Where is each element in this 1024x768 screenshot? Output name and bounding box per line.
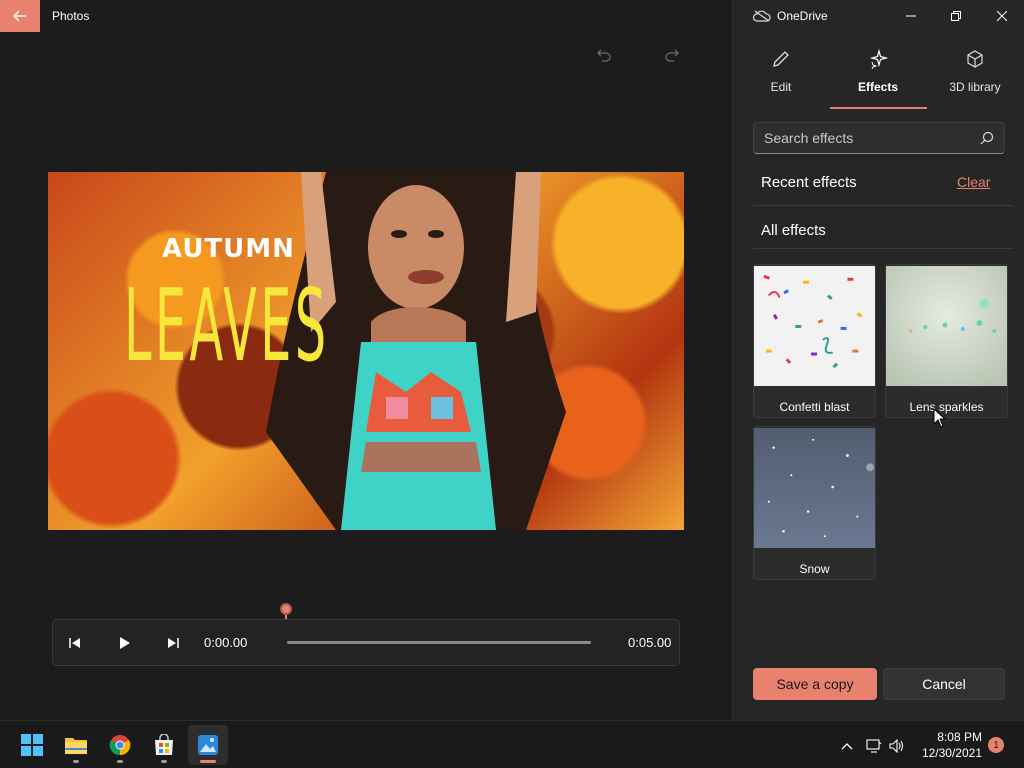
clear-link[interactable]: Clear: [957, 174, 990, 190]
restore-icon: [951, 11, 961, 21]
end-time: 0:05.00: [628, 635, 672, 650]
onedrive-status[interactable]: OneDrive: [753, 9, 828, 23]
title-bar: Photos: [0, 0, 732, 32]
running-indicator: [117, 760, 123, 763]
playback-bar: 0:00.00 0:05.00: [52, 619, 680, 666]
sparkles-icon: [869, 49, 888, 69]
all-effects-heading: All effects: [761, 222, 826, 239]
effect-card-lens-sparkles[interactable]: Lens sparkles: [885, 264, 1008, 418]
onedrive-label: OneDrive: [777, 9, 828, 23]
app-title: Photos: [52, 9, 90, 23]
clock-date: 12/30/2021: [921, 746, 982, 760]
taskbar-photos[interactable]: [188, 725, 228, 765]
effect-label: Snow: [799, 562, 830, 576]
divider: [753, 248, 1013, 249]
back-button[interactable]: [0, 0, 40, 32]
effects-panel: OneDrive Edit Effects 3D library Recent …: [732, 0, 1024, 720]
cube-icon: [967, 50, 983, 68]
step-forward-icon: [168, 638, 179, 648]
pencil-icon: [773, 51, 789, 67]
start-button[interactable]: [12, 725, 52, 765]
effect-label: Lens sparkles: [909, 400, 984, 414]
previous-frame-button[interactable]: [65, 633, 85, 653]
timeline-track[interactable]: [287, 641, 591, 644]
effect-label: Confetti blast: [779, 400, 850, 414]
restore-button[interactable]: [948, 8, 964, 24]
folder-icon: [65, 738, 87, 754]
running-indicator: [161, 760, 167, 763]
cloud-off-icon: [753, 10, 771, 22]
divider: [753, 205, 1013, 206]
tab-3d-library-label: 3D library: [949, 80, 1001, 94]
taskbar-store[interactable]: [144, 725, 184, 765]
cancel-button[interactable]: Cancel: [883, 668, 1005, 700]
minimize-icon: [906, 15, 916, 17]
snow-thumbnail: [754, 427, 875, 549]
volume-button[interactable]: [888, 737, 906, 755]
current-time: 0:00.00: [204, 635, 248, 650]
tab-effects[interactable]: Effects: [830, 46, 926, 110]
save-copy-button[interactable]: Save a copy: [753, 668, 877, 700]
step-back-icon: [69, 638, 80, 648]
recent-effects-heading: Recent effects: [761, 174, 857, 191]
mouse-cursor-icon: [933, 408, 945, 428]
search-icon[interactable]: [980, 131, 994, 145]
speaker-icon: [889, 739, 904, 753]
undo-icon: [597, 49, 611, 62]
effect-card-confetti-blast[interactable]: Confetti blast: [753, 264, 876, 418]
taskbar-file-explorer[interactable]: [56, 725, 96, 765]
chevron-up-icon: [841, 743, 853, 750]
tab-3d-library[interactable]: 3D library: [927, 46, 1023, 110]
running-indicator: [73, 760, 79, 763]
next-frame-button[interactable]: [163, 633, 183, 653]
tab-edit[interactable]: Edit: [733, 46, 829, 110]
chrome-icon: [109, 735, 131, 756]
minimize-button[interactable]: [903, 8, 919, 24]
search-box[interactable]: [753, 122, 1005, 154]
store-icon: [155, 734, 173, 755]
show-hidden-icons-button[interactable]: [838, 737, 856, 755]
tab-effects-label: Effects: [857, 80, 898, 94]
play-button[interactable]: [114, 633, 134, 653]
taskbar-chrome[interactable]: [100, 725, 140, 765]
clock-time: 8:08 PM: [937, 730, 982, 744]
close-button[interactable]: [994, 8, 1010, 24]
photos-icon: [198, 735, 218, 755]
arrow-left-icon: [13, 10, 26, 22]
tab-edit-label: Edit: [770, 80, 792, 94]
close-icon: [997, 11, 1007, 21]
search-input[interactable]: [764, 130, 974, 146]
active-indicator: [200, 760, 216, 763]
confetti-thumbnail: [754, 265, 875, 387]
effect-card-snow[interactable]: Snow: [753, 426, 876, 580]
windows-icon: [21, 734, 43, 756]
play-icon: [120, 637, 130, 649]
scrubber-handle[interactable]: [280, 603, 292, 615]
network-icon: [866, 739, 882, 753]
redo-button[interactable]: [660, 44, 684, 68]
notification-badge[interactable]: 1: [988, 737, 1004, 753]
taskbar: 8:08 PM 12/30/2021 1: [0, 720, 1024, 768]
overlay-title: AUTUMN: [162, 234, 295, 264]
overlay-subtitle: LEAVES: [124, 267, 330, 384]
clock[interactable]: 8:08 PM 12/30/2021: [916, 729, 982, 761]
undo-button[interactable]: [592, 44, 616, 68]
lens-sparkles-thumbnail: [886, 265, 1007, 387]
active-tab-indicator: [830, 107, 927, 109]
redo-icon: [665, 49, 679, 62]
network-button[interactable]: [865, 737, 883, 755]
video-preview[interactable]: AUTUMN LEAVES: [48, 172, 684, 530]
